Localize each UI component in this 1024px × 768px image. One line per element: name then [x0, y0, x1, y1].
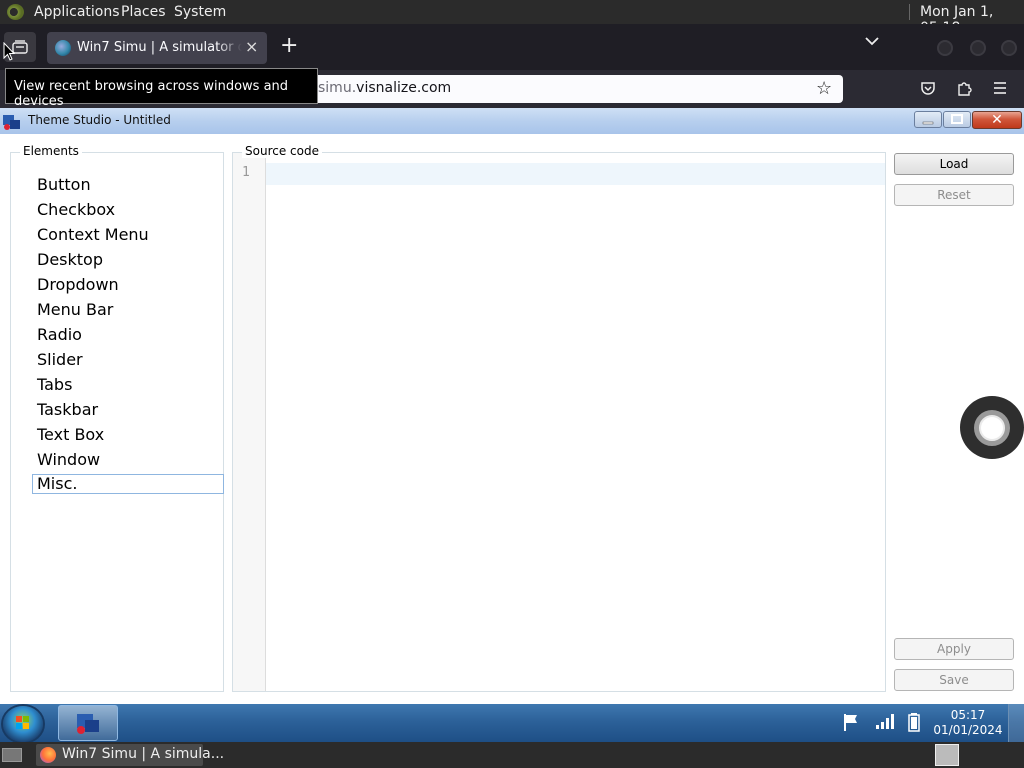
- reset-button[interactable]: Reset: [894, 184, 1014, 206]
- load-button[interactable]: Load: [894, 153, 1014, 175]
- win7-simu-favicon-icon: [55, 40, 71, 56]
- theme-studio-app-icon: [3, 115, 20, 130]
- maximize-button[interactable]: [943, 111, 971, 128]
- save-button[interactable]: Save: [894, 669, 1014, 691]
- tab-win7-simu[interactable]: Win7 Simu | A simulator of Windows 7 ×: [47, 32, 267, 64]
- close-window-button[interactable]: [1001, 40, 1017, 56]
- battery-icon[interactable]: [907, 712, 921, 732]
- element-list-item[interactable]: Button: [22, 174, 227, 199]
- list-all-tabs-chevron-down-icon[interactable]: [864, 36, 880, 46]
- window-list-firefox[interactable]: Win7 Simu | A simula...: [36, 744, 224, 766]
- action-center-flag-icon[interactable]: [842, 712, 860, 732]
- element-list-item[interactable]: Window: [22, 449, 227, 474]
- pocket-icon[interactable]: [920, 80, 936, 96]
- theme-studio-window: Theme Studio - Untitled ✕ Button Checkbox…: [0, 108, 1024, 704]
- window-titlebar[interactable]: Theme Studio - Untitled ✕: [0, 108, 1024, 134]
- system-menu[interactable]: System: [174, 4, 226, 20]
- hamburger-menu-icon[interactable]: [992, 80, 1008, 96]
- maximize-window-button[interactable]: [970, 40, 986, 56]
- windows-logo-icon: [16, 716, 29, 729]
- theme-studio-taskbar-icon: [77, 714, 99, 734]
- editor-gutter: [233, 153, 266, 691]
- tab-close-icon[interactable]: ×: [245, 37, 258, 56]
- taskbar-theme-studio-button[interactable]: [58, 705, 118, 741]
- element-list-item[interactable]: Misc.: [32, 474, 224, 494]
- network-signal-icon[interactable]: [875, 712, 895, 730]
- line-number: 1: [242, 165, 250, 180]
- element-list-item[interactable]: Radio: [22, 324, 227, 349]
- element-list-item[interactable]: Desktop: [22, 249, 227, 274]
- minimize-window-button[interactable]: [937, 40, 953, 56]
- elements-groupbox: Button Checkbox Context Menu Desktop Dropdow…: [10, 152, 224, 692]
- gnome-foot-icon[interactable]: [7, 4, 24, 20]
- window-title: Theme Studio - Untitled: [28, 113, 171, 127]
- loading-spinner: [960, 396, 1024, 459]
- source-code-label: Source code: [242, 144, 322, 158]
- spinner-center: [981, 417, 1003, 439]
- gnome-top-panel: Applications Places System Mon Jan 1, 05…: [0, 0, 1024, 36]
- maximize-icon: [951, 114, 963, 124]
- url-domain: visnalize.com: [356, 80, 452, 96]
- bookmark-star-icon[interactable]: ☆: [816, 78, 832, 99]
- minimize-button[interactable]: [914, 111, 942, 128]
- win7-taskbar: 05:17 01/01/2024: [0, 704, 1024, 742]
- element-list-item[interactable]: Tabs: [22, 374, 227, 399]
- minimize-icon: [922, 121, 934, 125]
- apply-button[interactable]: Apply: [894, 638, 1014, 660]
- firefox-icon: [40, 747, 56, 763]
- taskbar-date: 01/01/2024: [933, 723, 1003, 737]
- element-list-item[interactable]: Dropdown: [22, 274, 227, 299]
- browser-tab-bar: Win7 Simu | A simulator of Windows 7 × +: [0, 24, 1024, 70]
- gnome-bottom-panel: Win7 Simu | A simula...: [0, 742, 1024, 768]
- workspace-switcher[interactable]: [935, 744, 959, 766]
- elements-list: Button Checkbox Context Menu Desktop Dropdow…: [22, 174, 227, 494]
- mouse-pointer-icon: [3, 42, 15, 61]
- show-desktop-icon[interactable]: [2, 748, 22, 762]
- new-tab-plus-icon[interactable]: +: [280, 34, 298, 58]
- element-list-item[interactable]: Text Box: [22, 424, 227, 449]
- close-icon: ✕: [991, 112, 1003, 128]
- taskbar-time: 05:17: [950, 708, 986, 722]
- window-list-label: Win7 Simu | A simula...: [62, 746, 225, 762]
- url-subdomain: simu.: [318, 80, 357, 96]
- element-list-item[interactable]: Taskbar: [22, 399, 227, 424]
- places-menu[interactable]: Places: [121, 4, 166, 20]
- element-list-item[interactable]: Slider: [22, 349, 227, 374]
- close-button[interactable]: ✕: [972, 111, 1022, 129]
- element-list-item[interactable]: Context Menu: [22, 224, 227, 249]
- element-list-item[interactable]: Menu Bar: [22, 299, 227, 324]
- panel-separator: [909, 4, 910, 20]
- firefox-view-tooltip: View recent browsing across windows and …: [5, 68, 318, 109]
- source-code-editor[interactable]: 1: [232, 152, 886, 692]
- elements-label: Elements: [20, 144, 82, 158]
- editor-active-line[interactable]: [266, 163, 885, 185]
- url-text: simu.visnalize.com: [318, 80, 451, 96]
- tab-title: Win7 Simu | A simulator of Windows 7: [77, 40, 242, 55]
- extensions-puzzle-icon[interactable]: [956, 80, 972, 96]
- show-desktop-button[interactable]: [1008, 704, 1024, 742]
- taskbar-clock[interactable]: 05:17 01/01/2024: [930, 708, 1006, 738]
- element-list-item[interactable]: Checkbox: [22, 199, 227, 224]
- start-orb-button[interactable]: [3, 706, 43, 742]
- url-bar[interactable]: simu.visnalize.com ☆: [300, 75, 843, 103]
- applications-menu[interactable]: Applications: [34, 4, 120, 20]
